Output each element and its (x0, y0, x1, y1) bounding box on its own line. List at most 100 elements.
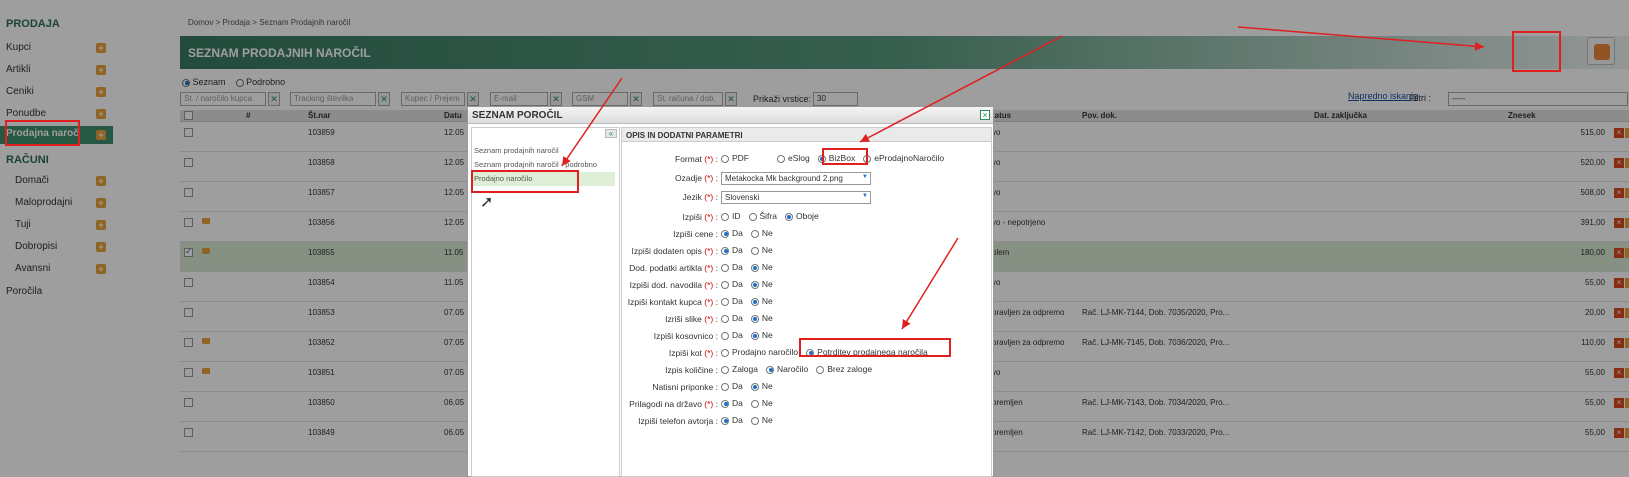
field-label-text: Izpiši kosovnico (653, 331, 714, 341)
radio-button[interactable] (750, 229, 759, 238)
radio-label: Da (732, 296, 743, 306)
radio-option[interactable]: Da (721, 228, 743, 238)
radio-option[interactable]: Da (721, 313, 743, 323)
radio-option[interactable]: Šifra (748, 211, 777, 221)
radio-option[interactable]: Da (721, 381, 743, 391)
radio-label: Naročilo (777, 364, 809, 374)
field-label-text: Izpiši dod. navodila (629, 280, 702, 290)
annotation-box (471, 170, 579, 193)
close-icon[interactable]: × (980, 110, 990, 120)
annotation-box (799, 338, 951, 357)
radio-option[interactable]: Zaloga (721, 364, 758, 374)
radio-button[interactable] (750, 246, 759, 255)
radio-option[interactable]: Ne (750, 313, 773, 323)
radio-option[interactable]: Ne (750, 381, 773, 391)
radio-button[interactable] (750, 382, 759, 391)
radio-label: Ne (761, 330, 773, 340)
radio-option[interactable]: Da (721, 262, 743, 272)
radio-button[interactable] (750, 280, 759, 289)
radio-label: Oboje (795, 211, 819, 221)
radio-button[interactable] (721, 348, 729, 357)
field-label-text: Izpiši telefon avtorja (638, 416, 714, 426)
field-row: Prilagodi na državo (*) : Da Ne (622, 397, 993, 413)
radio-button[interactable] (721, 399, 729, 408)
radio-button[interactable] (721, 212, 729, 221)
radio-button[interactable] (721, 331, 729, 340)
radio-option[interactable]: Ne (750, 279, 773, 289)
radio-button[interactable] (721, 246, 729, 255)
radio-option[interactable]: ID (721, 211, 741, 221)
field-row: Izpiši (*) : ID Šifra Oboje (622, 210, 993, 226)
collapse-icon[interactable]: « (605, 129, 617, 138)
radio-button[interactable] (721, 416, 729, 425)
radio-button[interactable] (721, 263, 729, 272)
radio-label: Da (732, 279, 743, 289)
field-row: Izpiši telefon avtorja : Da Ne (622, 414, 993, 430)
radio-option[interactable]: Ne (750, 262, 773, 272)
radio-option[interactable]: Ne (750, 245, 773, 255)
radio-label: Ne (761, 313, 773, 323)
field-select[interactable]: Metakocka Mk background 2.png (721, 172, 871, 185)
field-label: Izpiši telefon avtorja : (638, 416, 718, 426)
radio-button[interactable] (766, 365, 774, 374)
radio-label: Ne (761, 415, 773, 425)
field-row: Jezik (*) : Slovenski (622, 190, 993, 206)
field-label: Format (*) : (675, 154, 718, 164)
radio-button[interactable] (777, 154, 785, 163)
radio-button[interactable] (721, 297, 729, 306)
radio-button[interactable] (750, 416, 759, 425)
report-item[interactable]: Seznam prodajnih naročil (472, 144, 619, 158)
required-marker: (*) (701, 246, 714, 256)
field-label: Izpis količine : (665, 365, 718, 375)
radio-option[interactable]: Prodajno naročilo (721, 347, 798, 357)
radio-button[interactable] (721, 365, 729, 374)
radio-button[interactable] (721, 280, 729, 289)
radio-button[interactable] (721, 314, 729, 323)
radio-label: Da (732, 228, 743, 238)
radio-option[interactable]: eProdajnoNaročilo (863, 153, 944, 163)
field-row: Izpiši kontakt kupca (*) : Da Ne (622, 295, 993, 311)
radio-button[interactable] (750, 297, 759, 306)
radio-label: Ne (761, 262, 773, 272)
radio-option[interactable]: Da (721, 296, 743, 306)
radio-button[interactable] (721, 154, 729, 163)
field-row: Dod. podatki artikla (*) : Da Ne (622, 261, 993, 277)
radio-option[interactable]: Da (721, 415, 743, 425)
radio-button[interactable] (816, 365, 825, 374)
radio-option[interactable]: Ne (750, 415, 773, 425)
radio-option[interactable]: Oboje (784, 211, 819, 221)
radio-label: Prodajno naročilo (732, 347, 799, 357)
radio-label: ID (732, 211, 741, 221)
radio-option[interactable]: Da (721, 330, 743, 340)
radio-button[interactable] (748, 212, 757, 221)
field-label-text: Prilagodi na državo (629, 399, 702, 409)
radio-option[interactable]: Da (721, 279, 743, 289)
radio-button[interactable] (750, 263, 759, 272)
radio-option[interactable]: Da (721, 245, 743, 255)
field-select[interactable]: Slovenski (721, 191, 871, 204)
radio-option[interactable]: PDF (721, 153, 749, 163)
radio-label: Da (732, 398, 743, 408)
radio-button[interactable] (750, 331, 759, 340)
radio-option[interactable]: Naročilo (766, 364, 808, 374)
field-label: Izpiši dod. navodila (*) : (629, 280, 718, 290)
radio-label: Da (732, 415, 743, 425)
radio-option[interactable]: Ne (750, 398, 773, 408)
options-title: OPIS IN DODATNI PARAMETRI (622, 128, 991, 142)
required-marker: (*) (701, 280, 714, 290)
radio-option[interactable]: Ne (750, 296, 773, 306)
radio-option[interactable]: Da (721, 398, 743, 408)
radio-button[interactable] (750, 314, 759, 323)
radio-button[interactable] (750, 399, 759, 408)
radio-option[interactable]: Ne (750, 330, 773, 340)
radio-option[interactable]: Brez zaloge (816, 364, 872, 374)
radio-label: Ne (761, 381, 773, 391)
radio-button[interactable] (721, 229, 729, 238)
field-label-text: Ozadje (674, 173, 702, 183)
radio-option[interactable]: eSlog (777, 153, 810, 163)
radio-button[interactable] (721, 382, 729, 391)
radio-option[interactable]: Ne (750, 228, 773, 238)
radio-button[interactable] (784, 212, 793, 221)
field-label-text: Izpiši kontakt kupca (627, 297, 702, 307)
annotation-box (5, 120, 80, 146)
